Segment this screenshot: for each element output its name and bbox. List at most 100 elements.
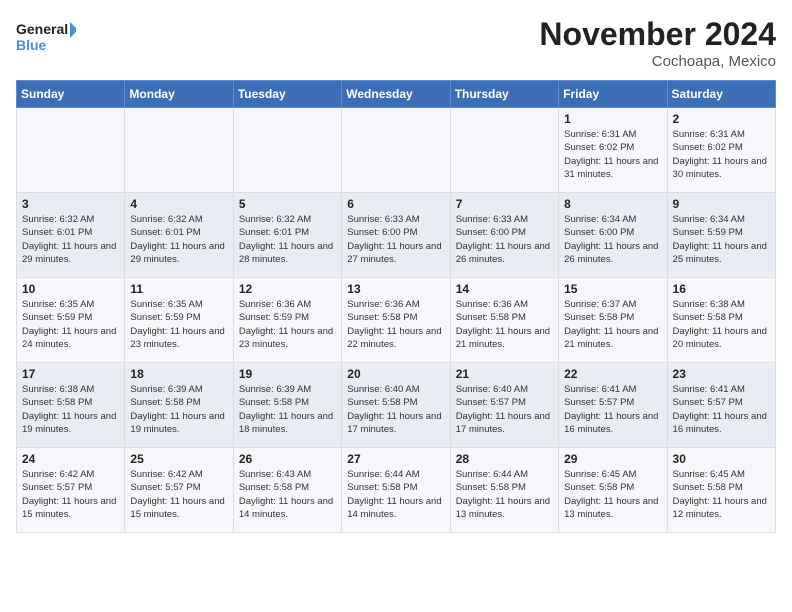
- day-number-10: 10: [22, 282, 119, 296]
- day-info-2: Sunrise: 6:31 AM Sunset: 6:02 PM Dayligh…: [673, 128, 770, 181]
- day-number-22: 22: [564, 367, 661, 381]
- day-info-29: Sunrise: 6:45 AM Sunset: 5:58 PM Dayligh…: [564, 468, 661, 521]
- day-info-1: Sunrise: 6:31 AM Sunset: 6:02 PM Dayligh…: [564, 128, 661, 181]
- svg-text:General: General: [16, 21, 68, 37]
- day-info-23: Sunrise: 6:41 AM Sunset: 5:57 PM Dayligh…: [673, 383, 770, 436]
- header-row: Sunday Monday Tuesday Wednesday Thursday…: [17, 81, 776, 108]
- day-info-6: Sunrise: 6:33 AM Sunset: 6:00 PM Dayligh…: [347, 213, 444, 266]
- day-cell-3-3: 20 Sunrise: 6:40 AM Sunset: 5:58 PM Dayli…: [342, 363, 450, 448]
- day-cell-3-0: 17 Sunrise: 6:38 AM Sunset: 5:58 PM Dayli…: [17, 363, 125, 448]
- day-cell-0-3: [342, 108, 450, 193]
- header-thursday: Thursday: [450, 81, 558, 108]
- day-number-17: 17: [22, 367, 119, 381]
- day-info-10: Sunrise: 6:35 AM Sunset: 5:59 PM Dayligh…: [22, 298, 119, 351]
- day-info-17: Sunrise: 6:38 AM Sunset: 5:58 PM Dayligh…: [22, 383, 119, 436]
- day-number-5: 5: [239, 197, 336, 211]
- day-cell-4-3: 27Sunrise: 6:44 AM Sunset: 5:58 PM Dayli…: [342, 448, 450, 533]
- day-info-18: Sunrise: 6:39 AM Sunset: 5:58 PM Dayligh…: [130, 383, 227, 436]
- day-info-22: Sunrise: 6:41 AM Sunset: 5:57 PM Dayligh…: [564, 383, 661, 436]
- day-cell-3-5: 22 Sunrise: 6:41 AM Sunset: 5:57 PM Dayli…: [559, 363, 667, 448]
- day-cell-4-1: 25 Sunrise: 6:42 AM Sunset: 5:57 PM Dayli…: [125, 448, 233, 533]
- day-number-19: 19: [239, 367, 336, 381]
- day-cell-4-4: 28 Sunrise: 6:44 AM Sunset: 5:58 PM Dayli…: [450, 448, 558, 533]
- title-block: November 2024 Cochoapa, Mexico: [539, 16, 776, 70]
- day-number-24: 24: [22, 452, 119, 466]
- day-number-14: 14: [456, 282, 553, 296]
- day-info-24: Sunrise: 6:42 AM Sunset: 5:57 PM Dayligh…: [22, 468, 119, 521]
- header-saturday: Saturday: [667, 81, 775, 108]
- day-cell-3-4: 21 Sunrise: 6:40 AM Sunset: 5:57 PM Dayli…: [450, 363, 558, 448]
- day-info-15: Sunrise: 6:37 AM Sunset: 5:58 PM Dayligh…: [564, 298, 661, 351]
- logo: General Blue: [16, 16, 76, 58]
- day-number-21: 21: [456, 367, 553, 381]
- day-cell-2-4: 14 Sunrise: 6:36 AM Sunset: 5:58 PM Dayli…: [450, 278, 558, 363]
- page-header: General Blue November 2024 Cochoapa, Mex…: [16, 16, 776, 70]
- week-row-4: 24 Sunrise: 6:42 AM Sunset: 5:57 PM Dayli…: [17, 448, 776, 533]
- day-cell-2-5: 15 Sunrise: 6:37 AM Sunset: 5:58 PM Dayli…: [559, 278, 667, 363]
- day-number-6: 6: [347, 197, 444, 211]
- calendar-header: Sunday Monday Tuesday Wednesday Thursday…: [17, 81, 776, 108]
- header-tuesday: Tuesday: [233, 81, 341, 108]
- svg-text:Blue: Blue: [16, 37, 47, 53]
- day-cell-2-0: 10 Sunrise: 6:35 AM Sunset: 5:59 PM Dayli…: [17, 278, 125, 363]
- day-info-8: Sunrise: 6:34 AM Sunset: 6:00 PM Dayligh…: [564, 213, 661, 266]
- day-cell-1-3: 6 Sunrise: 6:33 AM Sunset: 6:00 PM Daylig…: [342, 193, 450, 278]
- day-cell-0-4: [450, 108, 558, 193]
- day-cell-4-5: 29 Sunrise: 6:45 AM Sunset: 5:58 PM Dayli…: [559, 448, 667, 533]
- day-number-1: 1: [564, 112, 661, 126]
- logo-svg: General Blue: [16, 16, 76, 58]
- day-info-28: Sunrise: 6:44 AM Sunset: 5:58 PM Dayligh…: [456, 468, 553, 521]
- day-cell-3-6: 23 Sunrise: 6:41 AM Sunset: 5:57 PM Dayli…: [667, 363, 775, 448]
- day-info-25: Sunrise: 6:42 AM Sunset: 5:57 PM Dayligh…: [130, 468, 227, 521]
- day-number-18: 18: [130, 367, 227, 381]
- week-row-1: 3 Sunrise: 6:32 AM Sunset: 6:01 PM Daylig…: [17, 193, 776, 278]
- day-info-27: Sunrise: 6:44 AM Sunset: 5:58 PM Dayligh…: [347, 468, 444, 521]
- calendar-body: 1 Sunrise: 6:31 AM Sunset: 6:02 PM Daylig…: [17, 108, 776, 533]
- day-number-9: 9: [673, 197, 770, 211]
- day-number-28: 28: [456, 452, 553, 466]
- day-number-29: 29: [564, 452, 661, 466]
- day-cell-1-0: 3Sunrise: 6:32 AM Sunset: 6:01 PM Daylig…: [17, 193, 125, 278]
- calendar-table: Sunday Monday Tuesday Wednesday Thursday…: [16, 80, 776, 533]
- day-info-20: Sunrise: 6:40 AM Sunset: 5:58 PM Dayligh…: [347, 383, 444, 436]
- day-number-25: 25: [130, 452, 227, 466]
- day-cell-4-0: 24 Sunrise: 6:42 AM Sunset: 5:57 PM Dayli…: [17, 448, 125, 533]
- header-wednesday: Wednesday: [342, 81, 450, 108]
- header-monday: Monday: [125, 81, 233, 108]
- day-cell-0-6: 2 Sunrise: 6:31 AM Sunset: 6:02 PM Daylig…: [667, 108, 775, 193]
- day-number-2: 2: [673, 112, 770, 126]
- day-info-14: Sunrise: 6:36 AM Sunset: 5:58 PM Dayligh…: [456, 298, 553, 351]
- day-info-4: Sunrise: 6:32 AM Sunset: 6:01 PM Dayligh…: [130, 213, 227, 266]
- day-info-11: Sunrise: 6:35 AM Sunset: 5:59 PM Dayligh…: [130, 298, 227, 351]
- day-cell-4-6: 30 Sunrise: 6:45 AM Sunset: 5:58 PM Dayli…: [667, 448, 775, 533]
- day-cell-3-1: 18 Sunrise: 6:39 AM Sunset: 5:58 PM Dayli…: [125, 363, 233, 448]
- day-cell-1-2: 5 Sunrise: 6:32 AM Sunset: 6:01 PM Daylig…: [233, 193, 341, 278]
- day-cell-4-2: 26Sunrise: 6:43 AM Sunset: 5:58 PM Dayli…: [233, 448, 341, 533]
- day-info-5: Sunrise: 6:32 AM Sunset: 6:01 PM Dayligh…: [239, 213, 336, 266]
- day-info-30: Sunrise: 6:45 AM Sunset: 5:58 PM Dayligh…: [673, 468, 770, 521]
- week-row-2: 10 Sunrise: 6:35 AM Sunset: 5:59 PM Dayli…: [17, 278, 776, 363]
- day-cell-2-6: 16 Sunrise: 6:38 AM Sunset: 5:58 PM Dayli…: [667, 278, 775, 363]
- location: Cochoapa, Mexico: [539, 53, 776, 70]
- day-number-23: 23: [673, 367, 770, 381]
- day-info-7: Sunrise: 6:33 AM Sunset: 6:00 PM Dayligh…: [456, 213, 553, 266]
- day-info-13: Sunrise: 6:36 AM Sunset: 5:58 PM Dayligh…: [347, 298, 444, 351]
- day-number-12: 12: [239, 282, 336, 296]
- day-info-21: Sunrise: 6:40 AM Sunset: 5:57 PM Dayligh…: [456, 383, 553, 436]
- week-row-0: 1 Sunrise: 6:31 AM Sunset: 6:02 PM Daylig…: [17, 108, 776, 193]
- day-info-26: Sunrise: 6:43 AM Sunset: 5:58 PM Dayligh…: [239, 468, 336, 521]
- day-number-30: 30: [673, 452, 770, 466]
- day-number-15: 15: [564, 282, 661, 296]
- day-number-20: 20: [347, 367, 444, 381]
- day-info-16: Sunrise: 6:38 AM Sunset: 5:58 PM Dayligh…: [673, 298, 770, 351]
- day-number-3: 3: [22, 197, 119, 211]
- day-cell-2-3: 13 Sunrise: 6:36 AM Sunset: 5:58 PM Dayli…: [342, 278, 450, 363]
- day-cell-2-2: 12Sunrise: 6:36 AM Sunset: 5:59 PM Dayli…: [233, 278, 341, 363]
- day-cell-0-2: [233, 108, 341, 193]
- day-cell-1-1: 4Sunrise: 6:32 AM Sunset: 6:01 PM Daylig…: [125, 193, 233, 278]
- day-cell-0-5: 1 Sunrise: 6:31 AM Sunset: 6:02 PM Daylig…: [559, 108, 667, 193]
- day-number-16: 16: [673, 282, 770, 296]
- day-number-13: 13: [347, 282, 444, 296]
- header-sunday: Sunday: [17, 81, 125, 108]
- day-cell-1-6: 9Sunrise: 6:34 AM Sunset: 5:59 PM Daylig…: [667, 193, 775, 278]
